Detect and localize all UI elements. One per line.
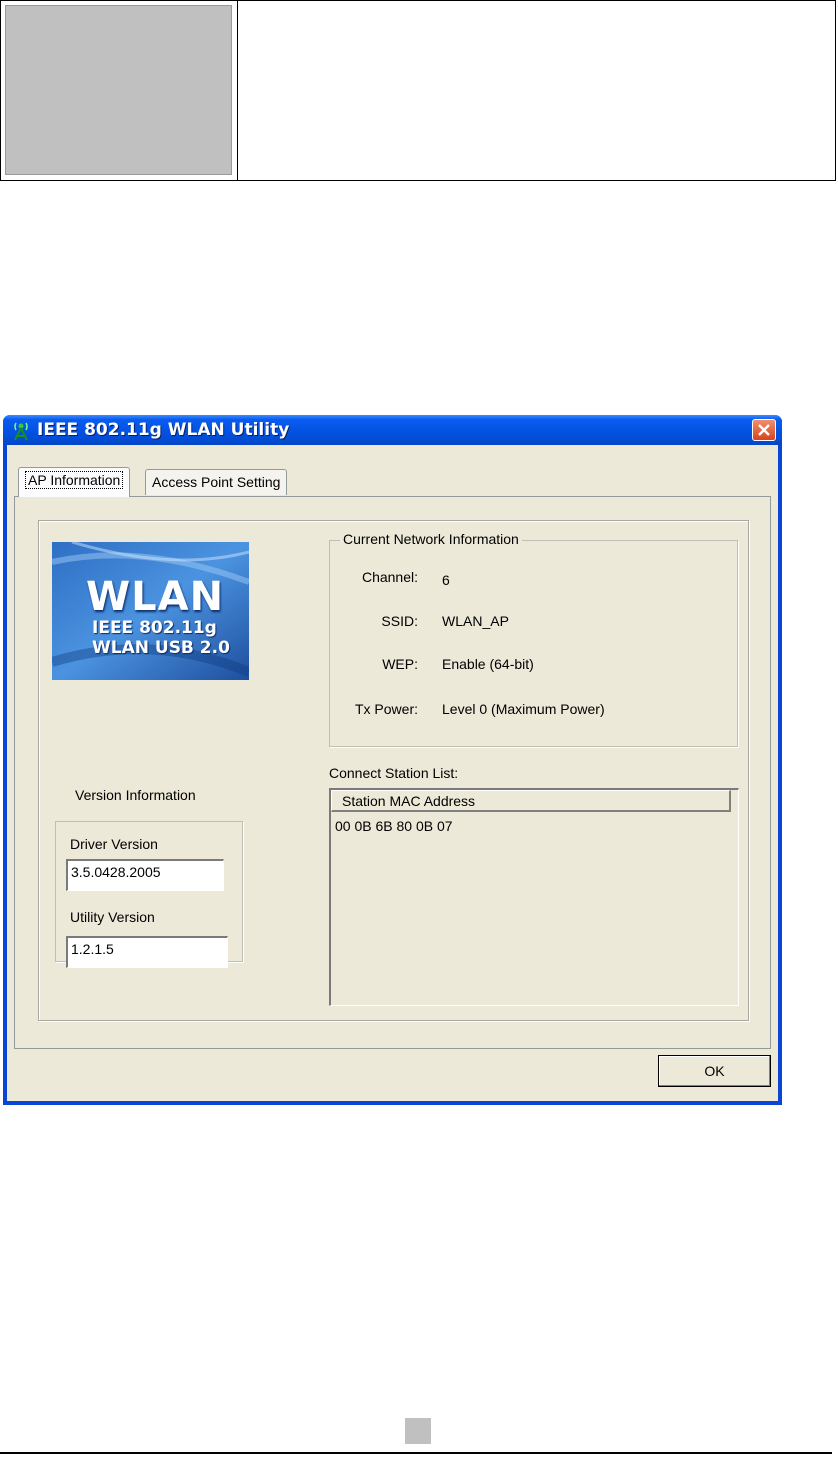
- logo-line-standard: IEEE 802.11g: [92, 618, 217, 638]
- station-list-label: Connect Station List:: [329, 765, 459, 781]
- grey-cell: [5, 5, 232, 175]
- wep-value: Enable (64-bit): [442, 656, 534, 672]
- ssid-value: WLAN_AP: [442, 613, 509, 629]
- tab-access-point-setting[interactable]: Access Point Setting: [145, 469, 288, 495]
- station-list[interactable]: Station MAC Address 00 0B 6B 80 0B 07: [329, 788, 739, 1006]
- version-heading: Version Information: [75, 787, 196, 803]
- logo-title: WLAN: [86, 574, 225, 620]
- logo-line-usb: WLAN USB 2.0: [92, 638, 230, 658]
- driver-version-label: Driver Version: [70, 836, 158, 852]
- driver-version-value: 3.5.0428.2005: [71, 864, 161, 880]
- wlan-logo: WLAN IEEE 802.11g WLAN USB 2.0: [52, 542, 249, 680]
- page-number-box: [405, 1418, 431, 1444]
- ssid-label: SSID:: [381, 613, 418, 629]
- group-title: Current Network Information: [340, 531, 522, 547]
- column-header-mac[interactable]: Station MAC Address: [331, 790, 731, 812]
- tab-label: Access Point Setting: [152, 474, 281, 490]
- list-item[interactable]: 00 0B 6B 80 0B 07: [335, 818, 453, 834]
- tab-ap-information[interactable]: AP Information: [18, 467, 131, 497]
- utility-version-field[interactable]: 1.2.1.5: [66, 936, 228, 968]
- driver-version-field[interactable]: 3.5.0428.2005: [66, 859, 224, 891]
- version-group: Driver Version 3.5.0428.2005 Utility Ver…: [55, 821, 243, 968]
- channel-label: Channel:: [361, 569, 418, 585]
- dialog-client-area: AP Information Access Point Setting WLAN…: [7, 445, 778, 1101]
- close-icon: [758, 424, 770, 436]
- wep-label: WEP:: [382, 656, 418, 672]
- current-network-group: Current Network Information Channel: 6 S…: [329, 531, 738, 747]
- tx-power-label: Tx Power:: [354, 701, 418, 717]
- channel-value: 6: [442, 572, 450, 588]
- footer-rule: [0, 1452, 832, 1454]
- tab-panel: WLAN IEEE 802.11g WLAN USB 2.0 Current N…: [14, 496, 771, 1049]
- utility-version-label: Utility Version: [70, 909, 155, 925]
- tx-power-value: Level 0 (Maximum Power): [442, 701, 605, 717]
- tab-label: AP Information: [25, 471, 124, 489]
- title-bar[interactable]: IEEE 802.11g WLAN Utility: [3, 415, 782, 445]
- antenna-icon: [14, 422, 28, 441]
- window-title: IEEE 802.11g WLAN Utility: [37, 420, 290, 440]
- close-button[interactable]: [752, 419, 776, 441]
- wlan-utility-window: IEEE 802.11g WLAN Utility AP Information…: [3, 415, 782, 1105]
- document-table: [0, 0, 836, 181]
- utility-version-value: 1.2.1.5: [71, 941, 114, 957]
- ok-button[interactable]: OK: [658, 1055, 771, 1087]
- table-divider: [237, 1, 238, 181]
